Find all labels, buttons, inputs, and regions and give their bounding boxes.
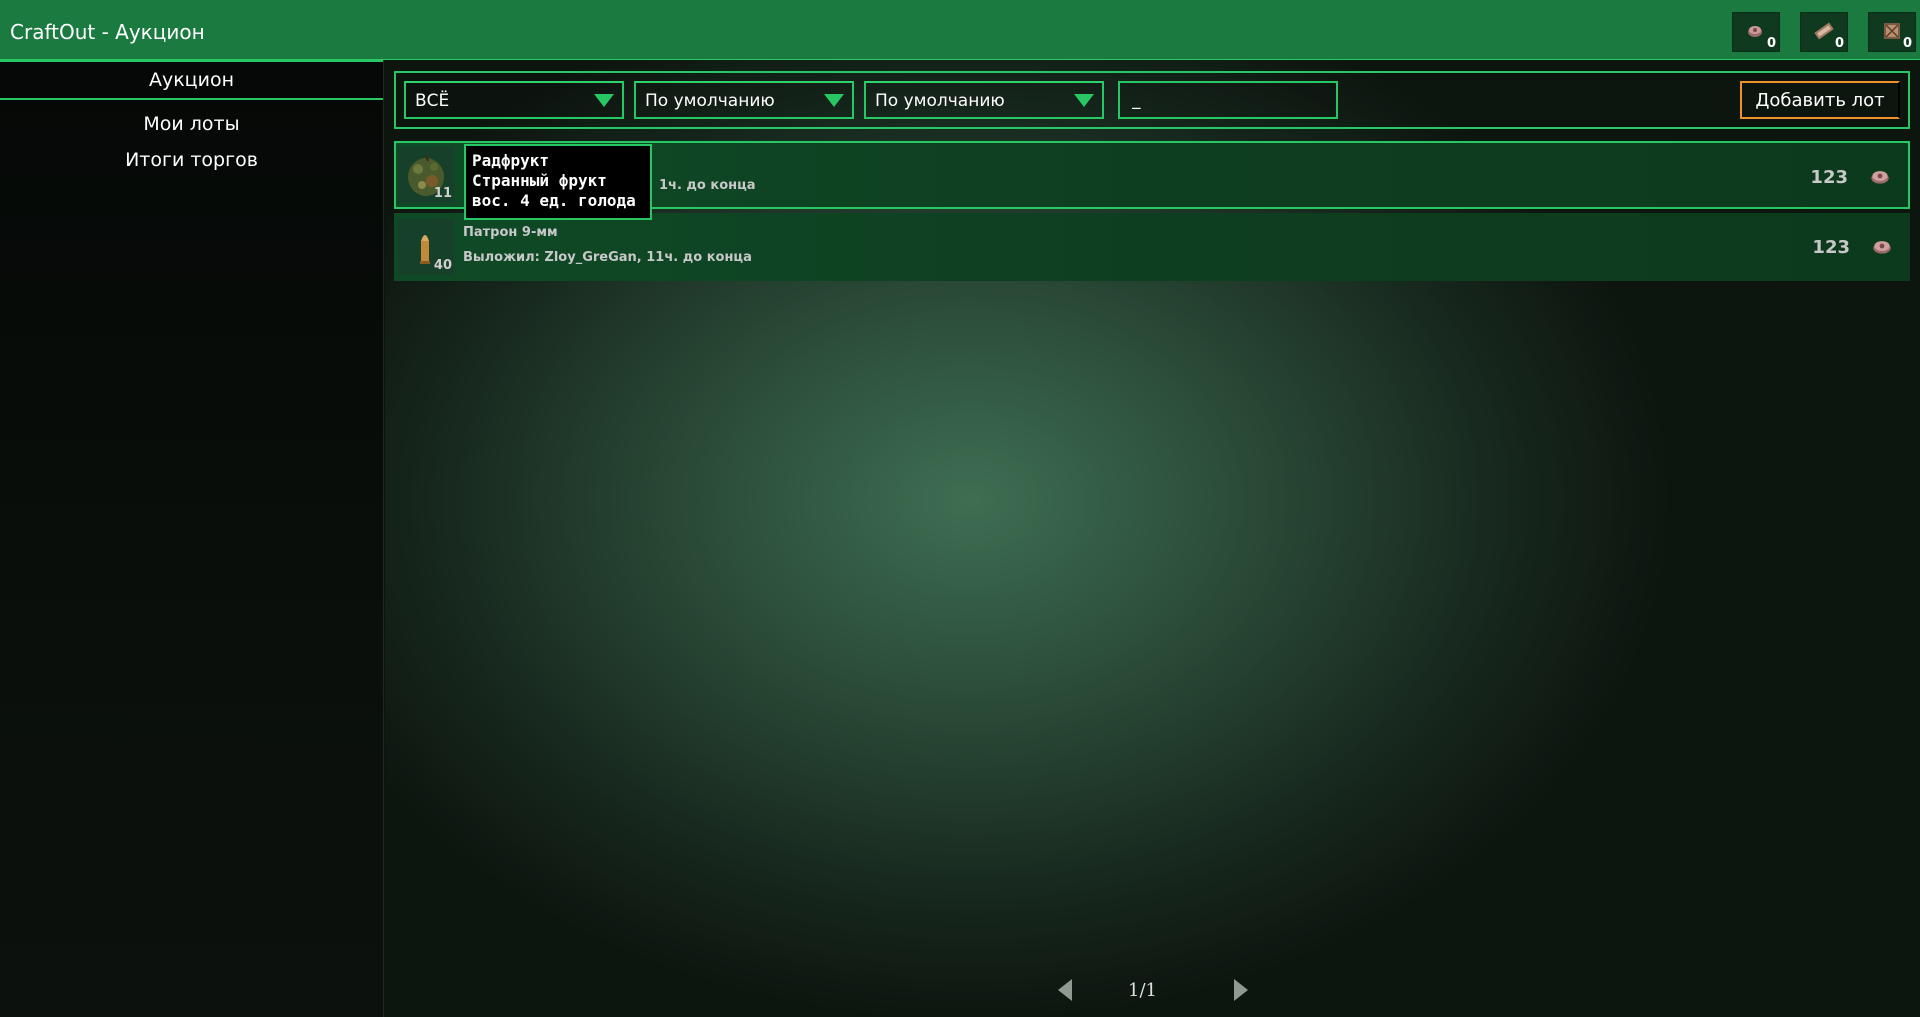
prev-page-arrow-icon[interactable] bbox=[1058, 979, 1072, 1001]
sidebar: Аукцион Мои лоты Итоги торгов bbox=[0, 60, 384, 1017]
tooltip-title: Радфрукт bbox=[472, 151, 550, 170]
crate-icon bbox=[1884, 23, 1900, 39]
chevron-down-icon bbox=[824, 94, 844, 107]
currency-bar: 0 0 0 bbox=[1732, 12, 1916, 52]
next-page-arrow-icon[interactable] bbox=[1234, 979, 1248, 1001]
lot-name: Патрон 9-мм bbox=[463, 225, 558, 240]
caps-icon bbox=[1748, 26, 1762, 37]
item-tooltip: Радфрукт Странный фрукт вос. 4 ед. голод… bbox=[464, 144, 652, 220]
item-count: 11 bbox=[433, 186, 452, 201]
currency-count: 0 bbox=[1766, 36, 1776, 51]
caps-icon bbox=[1873, 241, 1891, 254]
category-dropdown[interactable]: ВСЁ bbox=[404, 81, 624, 119]
sort-dropdown-1[interactable]: По умолчанию bbox=[634, 81, 854, 119]
tooltip-effect: вос. 4 ед. голода bbox=[472, 191, 636, 210]
lot-price: 123 bbox=[1812, 237, 1850, 258]
currency-slot-crate: 0 bbox=[1868, 12, 1916, 52]
lot-price: 123 bbox=[1810, 167, 1848, 188]
sidebar-item-my-lots[interactable]: Мои лоты bbox=[0, 106, 383, 142]
lot-row[interactable]: 40 Патрон 9-мм Выложил: Zloy_GreGan, 11ч… bbox=[394, 213, 1910, 281]
lot-meta: 1ч. до конца bbox=[659, 178, 756, 193]
page-indicator: 1/1 bbox=[1128, 980, 1157, 1001]
currency-slot-caps: 0 bbox=[1732, 12, 1780, 52]
sidebar-item-trade-results[interactable]: Итоги торгов bbox=[0, 142, 383, 178]
currency-slot-ticket: 0 bbox=[1800, 12, 1848, 52]
currency-count: 0 bbox=[1902, 36, 1912, 51]
item-slot: 11 bbox=[398, 147, 454, 203]
currency-count: 0 bbox=[1834, 36, 1844, 51]
add-lot-button[interactable]: Добавить лот bbox=[1740, 81, 1900, 119]
item-slot: 40 bbox=[398, 219, 454, 275]
item-count: 40 bbox=[433, 258, 452, 273]
category-value: ВСЁ bbox=[415, 91, 450, 111]
window-title: CraftOut - Аукцион bbox=[10, 20, 205, 44]
caps-icon bbox=[1871, 171, 1889, 184]
sort-dropdown-2[interactable]: По умолчанию bbox=[864, 81, 1104, 119]
sidebar-item-auction[interactable]: Аукцион bbox=[0, 60, 383, 100]
tooltip-description: Странный фрукт bbox=[472, 171, 607, 190]
title-bar: CraftOut - Аукцион 0 0 0 bbox=[0, 0, 1920, 60]
pagination: 1/1 bbox=[1040, 975, 1260, 1005]
chevron-down-icon bbox=[1074, 94, 1094, 107]
search-input[interactable] bbox=[1120, 83, 1336, 117]
sort-value-2: По умолчанию bbox=[875, 91, 1005, 111]
bullet-icon bbox=[420, 235, 430, 264]
lot-meta: Выложил: Zloy_GreGan, 11ч. до конца bbox=[463, 250, 752, 265]
filter-toolbar: ВСЁ По умолчанию По умолчанию Добавить л… bbox=[394, 71, 1910, 129]
ticket-icon bbox=[1814, 22, 1834, 40]
search-field[interactable] bbox=[1118, 81, 1338, 119]
sort-value-1: По умолчанию bbox=[645, 91, 775, 111]
chevron-down-icon bbox=[594, 94, 614, 107]
